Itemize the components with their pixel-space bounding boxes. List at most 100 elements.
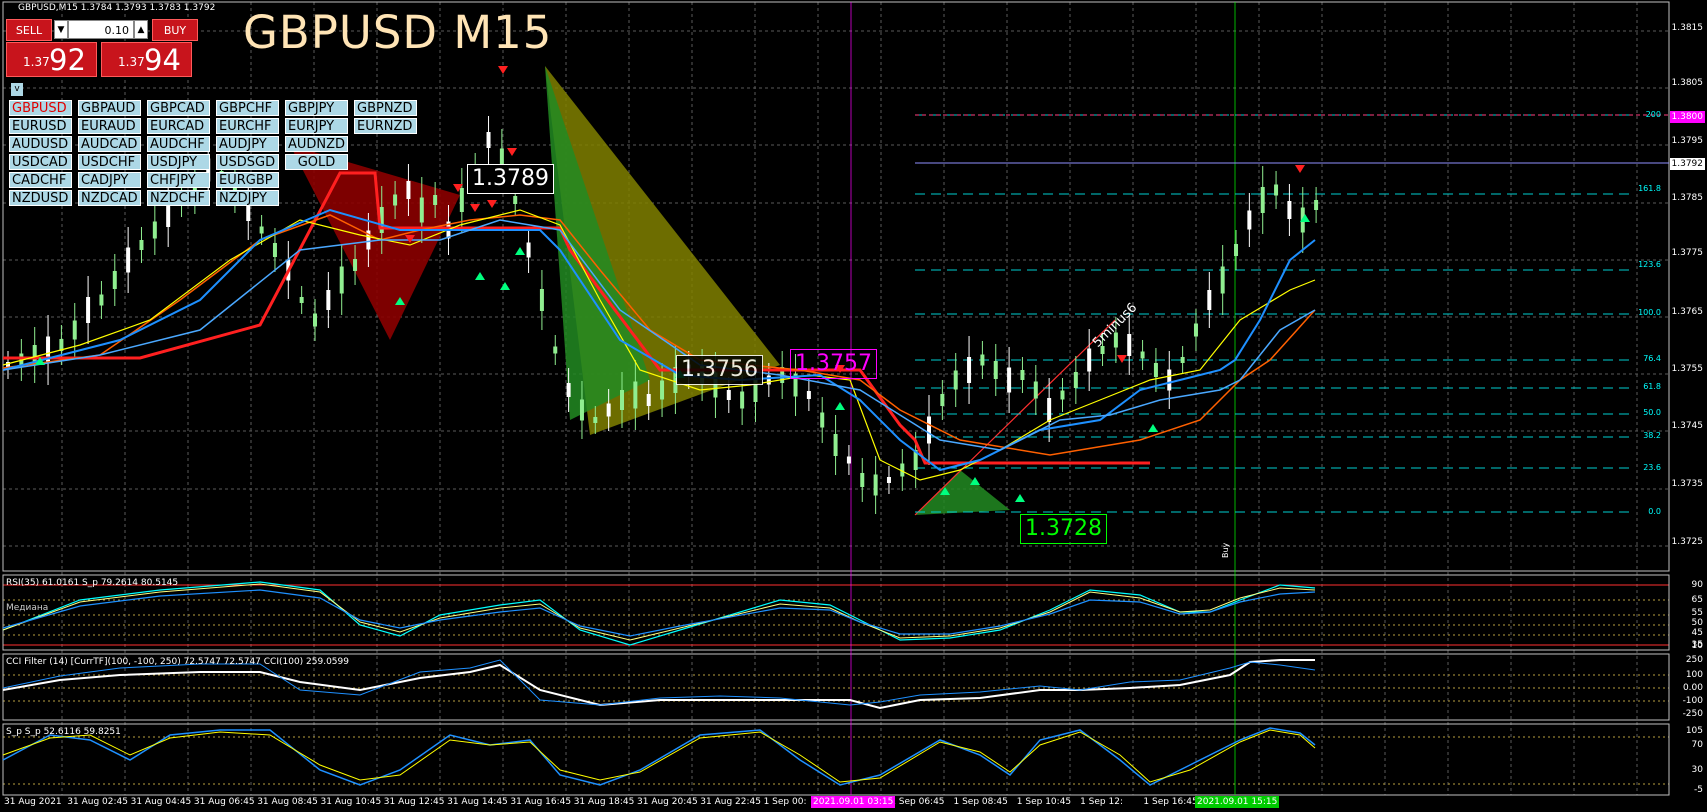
time-tick: 31 Aug 20:45	[637, 797, 698, 807]
symbol-button-eurchf[interactable]: EURCHF	[216, 118, 279, 134]
time-tick: 1 Sep 08:45	[953, 797, 1008, 807]
sell-arrow	[1295, 165, 1305, 173]
candle-body	[112, 271, 117, 289]
sp-label: S_p S_p 52.6116 59.8251	[6, 727, 121, 737]
candle-body	[1274, 184, 1279, 196]
lot-decrease-button[interactable]: ▼	[54, 20, 68, 39]
candle-body	[406, 181, 411, 199]
cci-tick: 100	[1685, 670, 1703, 680]
price-tick: 1.3805	[1671, 78, 1704, 88]
symbol-button-audchf[interactable]: AUDCHF	[147, 136, 210, 152]
symbol-button-eurcad[interactable]: EURCAD	[147, 118, 210, 134]
candle-body	[646, 394, 651, 406]
time-tick: 31 Aug 04:45	[130, 797, 192, 807]
symbol-button-audusd[interactable]: AUDUSD	[9, 136, 72, 152]
symbol-button-gbpaud[interactable]: GBPAUD	[78, 100, 141, 116]
candle-body	[339, 266, 344, 294]
candle-body	[740, 391, 745, 409]
symbol-button-nzdjpy[interactable]: NZDJPY	[216, 190, 279, 206]
symbol-button-cadjpy[interactable]: CADJPY	[78, 172, 141, 188]
symbol-button-chfjpy[interactable]: CHFJPY	[147, 172, 210, 188]
fib-level-label: 200	[1645, 110, 1661, 119]
symbol-button-usdsgd[interactable]: USDSGD	[216, 154, 279, 170]
pivot-label-magenta: 1.3757	[790, 349, 877, 379]
symbol-button-audcad[interactable]: AUDCAD	[78, 136, 141, 152]
sell-price-prefix: 1.37	[23, 55, 50, 69]
symbol-button-audjpy[interactable]: AUDJPY	[216, 136, 279, 152]
symbol-button-audnzd[interactable]: AUDNZD	[285, 136, 348, 152]
symbol-button-gbpnzd[interactable]: GBPNZD	[354, 100, 417, 116]
time-tick: 31 Aug 02:45	[67, 797, 128, 807]
candle-body	[1193, 323, 1198, 337]
time-tag-magenta: 2021.09.01 03:15	[811, 796, 896, 808]
buy-arrow	[1148, 424, 1158, 432]
fib-level-label: 61.8	[1643, 382, 1661, 391]
cci-tick: -100	[1682, 696, 1703, 706]
symbol-button-usdcad[interactable]: USDCAD	[9, 154, 72, 170]
buy-price-button[interactable]: 1.37 94	[101, 42, 192, 77]
symbol-button-cadchf[interactable]: CADCHF	[9, 172, 72, 188]
candle-body	[1314, 200, 1319, 210]
rsi-sublabel: Медиана	[6, 603, 49, 613]
sell-price-pips: 92	[49, 43, 86, 77]
candle-body	[766, 375, 771, 385]
time-tick: 31 Aug 2021	[4, 797, 62, 807]
candle-body	[513, 196, 518, 204]
fib-level-label: 123.6	[1638, 260, 1661, 269]
candle-body	[393, 194, 398, 206]
symbol-button-gbpusd[interactable]: GBPUSD	[9, 100, 72, 116]
lot-increase-button[interactable]: ▲	[134, 20, 148, 39]
candle-body	[806, 391, 811, 399]
candle-body	[953, 370, 958, 390]
fib-level-label: 23.6	[1643, 463, 1661, 472]
candle-body	[579, 399, 584, 421]
symbol-button-gold[interactable]: GOLD	[285, 154, 348, 170]
symbol-button-eurusd[interactable]: EURUSD	[9, 118, 72, 134]
price-tick: 1.3755	[1671, 364, 1704, 374]
indicator-lines	[2, 581, 1316, 786]
rsi-tick: 90	[1691, 580, 1703, 590]
sell-arrow	[498, 66, 508, 74]
candle-body	[419, 197, 424, 223]
buy-button[interactable]: BUY	[152, 19, 198, 41]
symbol-button-gbpcad[interactable]: GBPCAD	[147, 100, 210, 116]
candle-body	[873, 474, 878, 496]
symbol-button-nzdcad[interactable]: NZDCAD	[78, 190, 141, 206]
cci-tick: -250	[1682, 709, 1703, 719]
pattern-small-green	[915, 470, 1010, 515]
symbol-button-gbpjpy[interactable]: GBPJPY	[285, 100, 348, 116]
candle-body	[259, 226, 264, 234]
candle-body	[1047, 398, 1052, 422]
sell-button[interactable]: SELL	[6, 19, 52, 41]
symbol-button-eurnzd[interactable]: EURNZD	[354, 118, 417, 134]
time-tick: 31 Aug 12:45	[383, 797, 445, 807]
symbol-button-gbpchf[interactable]: GBPCHF	[216, 100, 279, 116]
sell-arrow	[507, 148, 517, 156]
sell-price-button[interactable]: 1.37 92	[6, 42, 97, 77]
buy-arrow	[835, 402, 845, 410]
rsi-tick: 10	[1691, 641, 1703, 651]
symbol-button-eurjpy[interactable]: EURJPY	[285, 118, 348, 134]
symbol-panel-toggle[interactable]: v	[11, 83, 23, 96]
sp-tick: 70	[1691, 740, 1703, 750]
candle-body	[1234, 244, 1239, 256]
fib-level-label: 38.2	[1643, 431, 1661, 440]
rsi-tick: 45	[1691, 628, 1703, 638]
pivot-label-high: 1.3789	[467, 164, 554, 194]
lot-input[interactable]: 0.10	[68, 20, 134, 39]
fib-level-label: 0.0	[1648, 507, 1661, 516]
window-title: GBPUSD,M15 1.3784 1.3793 1.3783 1.3792	[18, 3, 216, 13]
price-tick: 1.3785	[1671, 193, 1704, 203]
cci-label: CCI Filter (14) [CurrTF](100, -100, 250)…	[6, 657, 349, 667]
candle-body	[660, 380, 665, 400]
symbol-button-usdchf[interactable]: USDCHF	[78, 154, 141, 170]
symbol-button-usdjpy[interactable]: USDJPY	[147, 154, 210, 170]
sell-arrow	[487, 200, 497, 208]
time-tick: 1 Sep 00:	[763, 797, 807, 807]
symbol-button-nzdusd[interactable]: NZDUSD	[9, 190, 72, 206]
symbol-button-euraud[interactable]: EURAUD	[78, 118, 141, 134]
symbol-button-nzdchf[interactable]: NZDCHF	[147, 190, 210, 206]
symbol-button-eurgbp[interactable]: EURGBP	[216, 172, 279, 188]
time-tick: 1 Sep 06:45	[890, 797, 945, 807]
symbol-title: GBPUSD M15	[243, 6, 553, 59]
